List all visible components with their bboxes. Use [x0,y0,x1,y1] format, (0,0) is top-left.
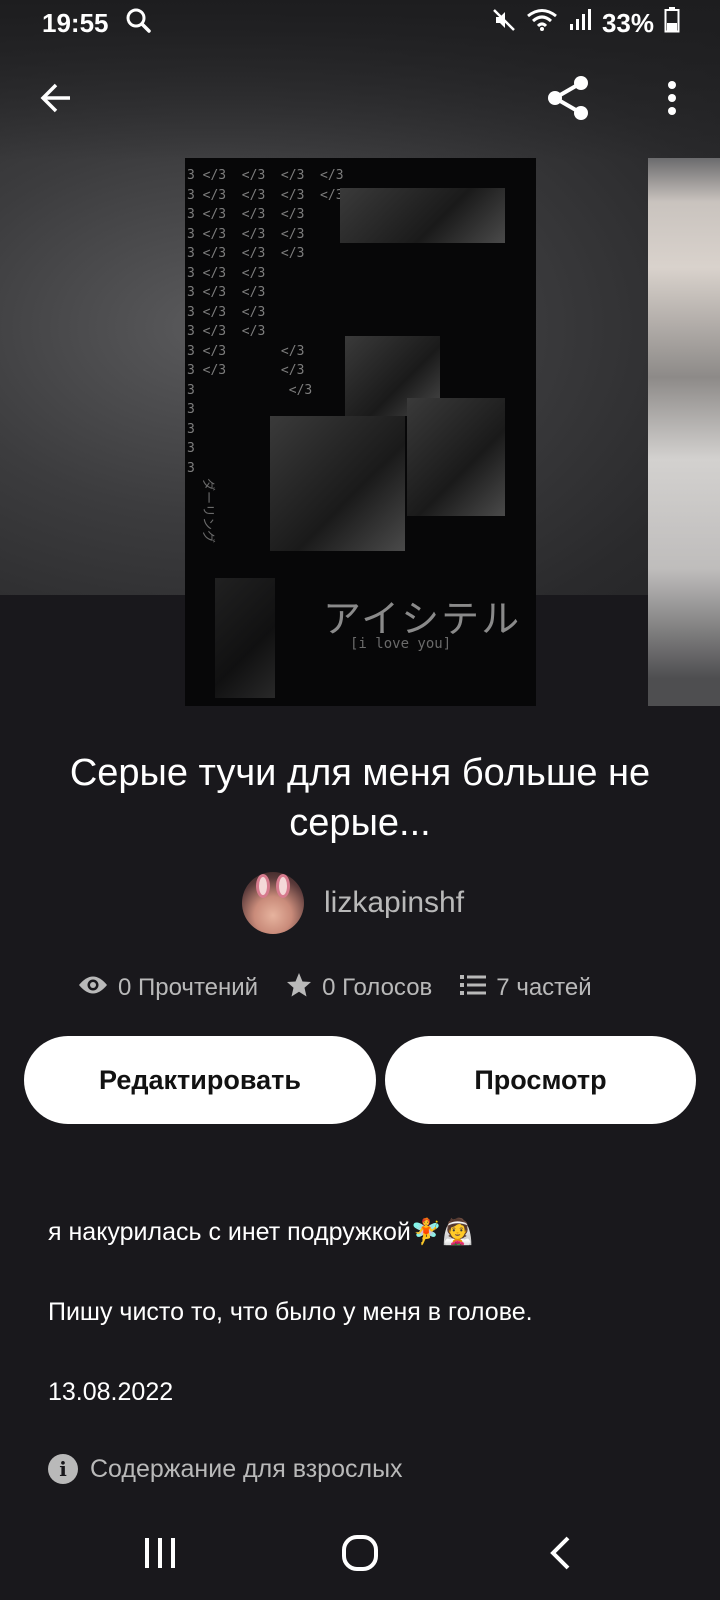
cover-vertical-text: ダーリング [200,478,215,544]
nav-back-button[interactable] [520,1515,600,1595]
recents-button[interactable] [120,1515,200,1595]
share-button[interactable] [530,62,606,138]
cover-english-text: [i love you] [350,636,452,652]
list-icon [460,974,487,1003]
info-icon: i [48,1454,78,1484]
story-stats: 0 Прочтений 0 Голосов 7 частей [78,968,592,1008]
cover-photo-figure [407,398,505,516]
status-time: 19:55 [42,7,109,38]
story-cover[interactable]: 3 </3 </3 </3 </3 3 </3 </3 </3 </3 3 </… [185,158,536,706]
mature-content-label: Содержание для взрослых [90,1454,403,1483]
author-name: lizkapinshf [324,886,465,919]
parts-stat: 7 частей [460,974,592,1003]
more-vert-icon [666,80,678,121]
battery-text: 33% [601,7,654,38]
search-icon [125,7,151,40]
avatar [242,872,304,934]
signal-icon [568,8,592,39]
description-line-1: я накурилась с инет подружкой🧚👰 [48,1218,474,1246]
mute-icon [492,8,516,39]
status-right: 33% [492,6,680,40]
reads-stat: 0 Прочтений [78,974,258,1003]
cover-photo-top [340,188,505,243]
back-button[interactable] [18,62,94,138]
mature-content-notice: i Содержание для взрослых [48,1454,403,1484]
recents-icon [143,1536,177,1575]
status-bar: 19:55 33% [0,0,720,46]
votes-stat: 0 Голосов [286,972,432,1005]
edit-button[interactable]: Редактировать [24,1036,376,1124]
home-button[interactable] [320,1515,400,1595]
author-row[interactable]: lizkapinshf [242,872,464,934]
more-options-button[interactable] [634,62,710,138]
parts-count: 7 частей [496,974,592,1001]
cover-photo-hands [270,416,405,551]
battery-icon [664,6,680,40]
votes-count: 0 Голосов [322,974,433,1001]
preview-button[interactable]: Просмотр [385,1036,696,1124]
cover-japanese-text: アイシテル [323,597,522,641]
cover-photo-bottom [215,578,275,698]
nav-back-icon [548,1535,572,1576]
system-nav-bar [0,1510,720,1600]
share-icon [543,73,593,128]
home-icon [341,1534,379,1577]
app-bar [0,62,720,138]
wifi-icon [526,8,558,39]
story-details-screen: 19:55 33% 3 </3 </3 </3 </3 3 </3 </3 </… [0,0,720,1600]
publish-date: 13.08.2022 [48,1378,174,1406]
next-story-cover[interactable] [648,158,720,706]
star-icon [286,972,312,1005]
reads-count: 0 Прочтений [118,974,259,1001]
description-line-2: Пишу чисто то, что было у меня в голове. [48,1298,533,1326]
status-left: 19:55 [42,7,151,40]
story-title: Серые тучи для меня больше не серые... [69,752,651,844]
back-arrow-icon [38,80,74,121]
eye-icon [78,974,108,1003]
